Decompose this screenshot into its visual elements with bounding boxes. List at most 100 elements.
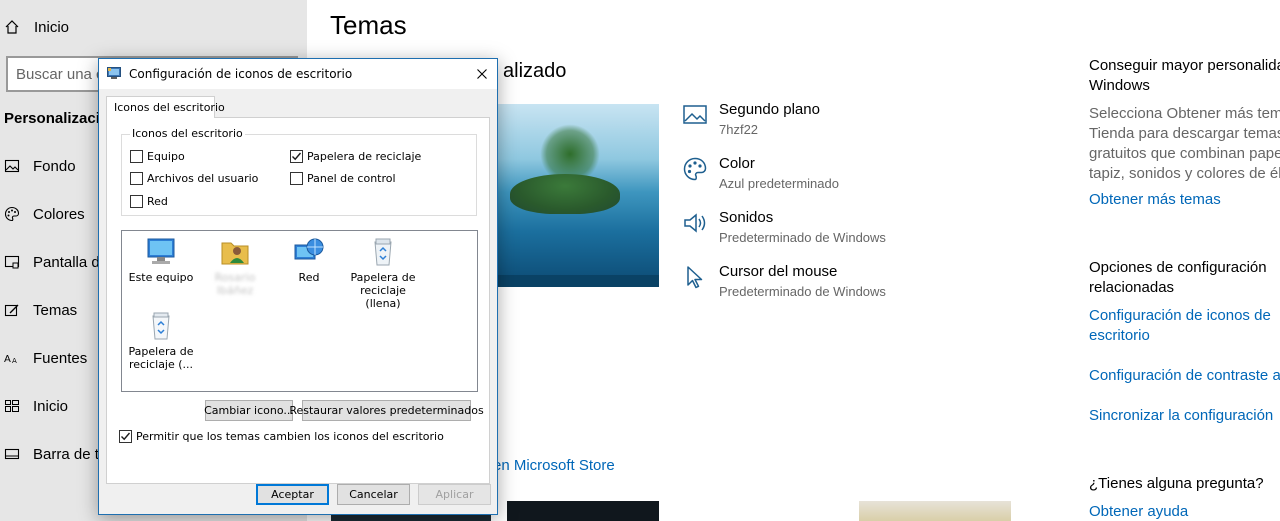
- image-icon: [4, 159, 20, 173]
- sounds-value: Predeterminado de Windows: [719, 230, 886, 245]
- recycle-bin-empty-icon: [152, 312, 170, 340]
- palette-icon: [4, 206, 20, 222]
- tab-desktop-icons[interactable]: Iconos del escritorio: [106, 96, 225, 118]
- recycle-bin-full-icon: [374, 238, 392, 266]
- apply-button[interactable]: Aplicar: [418, 484, 491, 505]
- icon-label: Papelera de reciclaje (...: [128, 345, 194, 371]
- checkbox-label: Panel de control: [307, 172, 396, 185]
- cursor-icon: [687, 266, 703, 289]
- cursor-value: Predeterminado de Windows: [719, 284, 886, 299]
- restore-defaults-button[interactable]: Restaurar valores predeterminados: [289, 400, 484, 421]
- related-title-line2: relacionadas: [1089, 279, 1175, 296]
- color-title: Color: [719, 155, 755, 172]
- sounds-title: Sonidos: [719, 209, 774, 226]
- get-more-text: Selecciona Obtener más tema: [1089, 105, 1280, 122]
- fonts-icon: AA: [4, 354, 17, 365]
- palette-icon: [683, 157, 707, 181]
- preview-water: [480, 275, 659, 287]
- svg-text:A: A: [12, 357, 17, 365]
- lock-screen-icon: [4, 255, 20, 269]
- page-title: Temas: [330, 10, 407, 40]
- svg-text:A: A: [4, 354, 11, 365]
- checkbox-label: Permitir que los temas cambien los icono…: [136, 430, 444, 443]
- sidebar-item-label: Fuentes: [33, 349, 88, 367]
- get-more-themes-link[interactable]: Obtener más temas: [1089, 190, 1221, 210]
- checkbox-box[interactable]: [119, 430, 132, 443]
- sidebar-item-label: Temas: [33, 301, 78, 319]
- theme-cursor-option[interactable]: Cursor del mouse Predeterminado de Windo…: [682, 262, 886, 302]
- get-more-text: Tienda para descargar temas: [1089, 125, 1280, 142]
- nav-home-link[interactable]: Inicio: [4, 14, 69, 40]
- sidebar-item-barra-tareas[interactable]: Barra de t: [4, 441, 99, 467]
- color-value: Azul predeterminado: [719, 176, 839, 191]
- close-button[interactable]: [467, 59, 497, 89]
- desktop-icon-settings-link-cont[interactable]: escritorio: [1089, 326, 1150, 346]
- desktop-icon-item[interactable]: Rosario Ibáñez: [196, 237, 274, 297]
- get-more-title-line1: Conseguir mayor personalida: [1089, 57, 1280, 74]
- start-icon: [5, 400, 19, 412]
- desktop-icons-list[interactable]: Este equipo Rosario Ibáñez Red Papelera …: [121, 230, 478, 392]
- theme-background-option[interactable]: Segundo plano 7hzf22: [682, 100, 820, 140]
- sidebar-item-fuentes[interactable]: AA Fuentes: [4, 345, 87, 371]
- icon-label: Papelera de reciclaje (llena): [350, 271, 416, 310]
- theme-color-option[interactable]: Color Azul predeterminado: [682, 154, 839, 194]
- checkbox-label: Equipo: [147, 150, 185, 163]
- checkbox-box[interactable]: [290, 150, 303, 163]
- sidebar-item-label: Barra de t: [33, 445, 99, 463]
- sidebar-item-label: Colores: [33, 205, 85, 223]
- theme-sounds-option[interactable]: Sonidos Predeterminado de Windows: [682, 208, 886, 248]
- cursor-title: Cursor del mouse: [719, 263, 838, 280]
- computer-icon: [147, 238, 175, 264]
- sidebar-item-fondo[interactable]: Fondo: [4, 153, 76, 179]
- dialog-titlebar[interactable]: Configuración de iconos de escritorio: [99, 59, 497, 89]
- checkbox-papelera[interactable]: Papelera de reciclaje: [290, 150, 421, 163]
- sidebar-item-pantalla-bloqueo[interactable]: Pantalla d: [4, 249, 100, 275]
- sidebar-item-label: Inicio: [33, 397, 69, 415]
- groupbox-label: Iconos del escritorio: [130, 127, 245, 140]
- icon-label: Rosario Ibáñez: [214, 271, 256, 297]
- microsoft-store-link[interactable]: en Microsoft Store: [493, 457, 615, 474]
- checkbox-red[interactable]: Red: [130, 195, 168, 208]
- desktop-icon-settings-dialog: Configuración de iconos de escritorio Ic…: [98, 58, 498, 515]
- checkbox-label: Archivos del usuario: [147, 172, 259, 185]
- checkbox-box[interactable]: [130, 172, 143, 185]
- desktop-icon-item[interactable]: Red: [270, 237, 348, 284]
- desktop-icon-item[interactable]: Papelera de reciclaje (llena): [344, 237, 422, 310]
- checkbox-label: Red: [147, 195, 168, 208]
- desktop-icon-settings-link[interactable]: Configuración de iconos de: [1089, 306, 1271, 326]
- preview-island: [510, 174, 620, 214]
- nav-home-label: Inicio: [34, 18, 70, 36]
- get-more-text: gratuitos que combinan pape: [1089, 145, 1280, 162]
- contrast-settings-link[interactable]: Configuración de contraste a: [1089, 366, 1280, 386]
- checkbox-equipo[interactable]: Equipo: [130, 150, 185, 163]
- background-value: 7hzf22: [719, 122, 759, 137]
- checkbox-archivos-usuario[interactable]: Archivos del usuario: [130, 172, 258, 185]
- home-icon: [5, 20, 19, 34]
- sidebar-item-colores[interactable]: Colores: [4, 201, 85, 227]
- ok-button[interactable]: Aceptar: [256, 484, 329, 505]
- checkbox-panel-control[interactable]: Panel de control: [290, 172, 396, 185]
- checkbox-box[interactable]: [130, 150, 143, 163]
- icon-label: Este equipo: [128, 271, 194, 284]
- change-icon-button[interactable]: Cambiar icono...: [204, 400, 294, 421]
- theme-thumbnail[interactable]: [507, 501, 659, 521]
- dialog-title: Configuración de iconos de escritorio: [129, 67, 353, 81]
- question-title: ¿Tienes alguna pregunta?: [1089, 475, 1264, 492]
- checkbox-box[interactable]: [290, 172, 303, 185]
- taskbar-icon: [4, 448, 20, 460]
- checkbox-box[interactable]: [130, 195, 143, 208]
- checkmark-icon: [121, 432, 131, 441]
- speaker-icon: [684, 213, 706, 233]
- icon-label: Red: [298, 271, 320, 284]
- theme-thumbnail[interactable]: [859, 501, 1011, 521]
- desktop-icon-item[interactable]: Papelera de reciclaje (...: [122, 311, 200, 371]
- theme-preview-image[interactable]: [480, 104, 659, 287]
- cancel-button[interactable]: Cancelar: [337, 484, 410, 505]
- desktop-icon-item[interactable]: Este equipo: [122, 237, 200, 284]
- sidebar-item-temas[interactable]: Temas: [4, 297, 77, 323]
- get-help-link[interactable]: Obtener ayuda: [1089, 502, 1188, 521]
- checkbox-allow-themes[interactable]: Permitir que los temas cambien los icono…: [119, 430, 444, 443]
- desktop-settings-icon: [107, 67, 121, 79]
- sidebar-item-inicio[interactable]: Inicio: [4, 393, 68, 419]
- sync-settings-link[interactable]: Sincronizar la configuración: [1089, 406, 1273, 426]
